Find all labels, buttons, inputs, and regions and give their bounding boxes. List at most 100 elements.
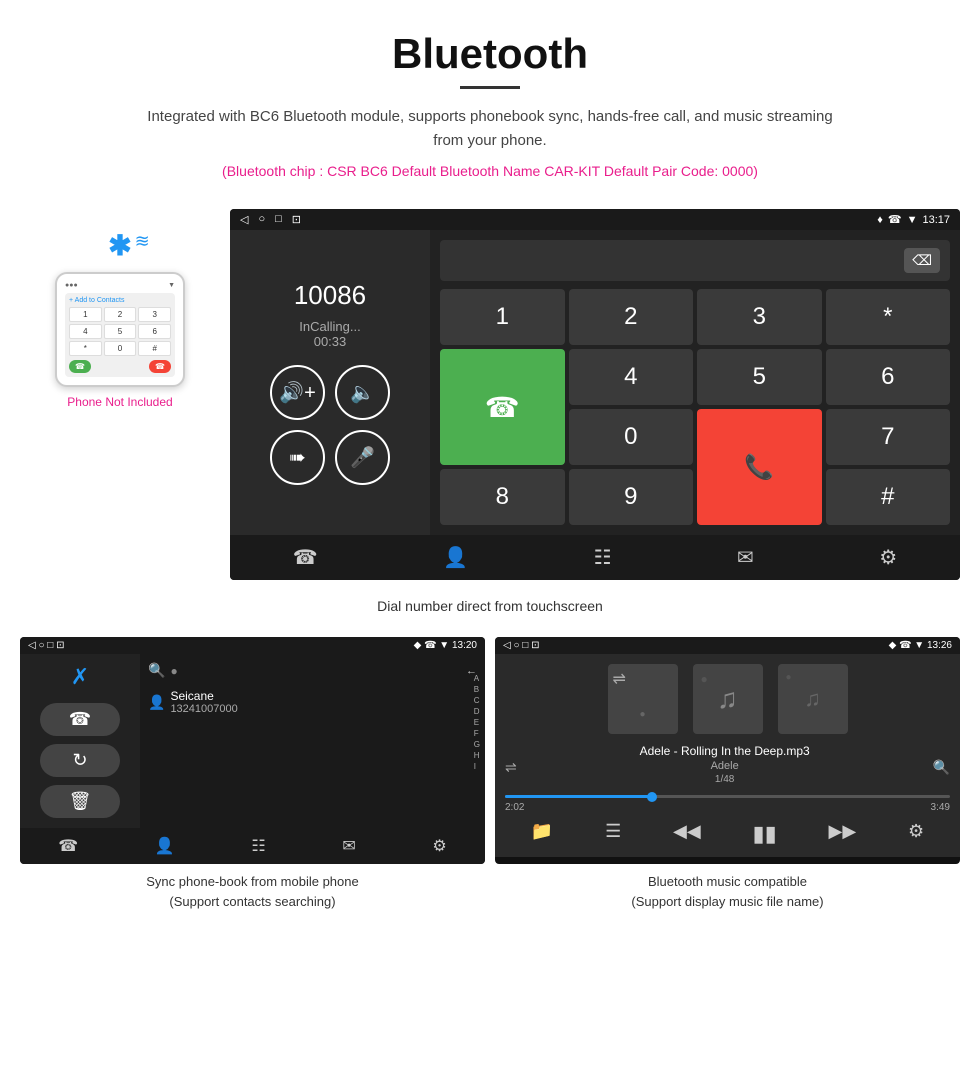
nav-home-icon: ○ [258,213,265,226]
phone-key-1: 1 [69,307,102,322]
kp-end-red[interactable]: 📞 [697,409,822,525]
music-prev-icon[interactable]: ◀◀ [673,821,701,847]
music-content: ⇌ ● ♫ ● ♫ ● ⇌ Adele - Rolling In t [495,654,960,857]
music-time-row: 2:02 3:49 [505,802,950,813]
pb-content: ✗ ☎ ↻ 🗑 🔍 ● ← 👤 Seicane 132 [20,654,485,828]
pb-alphabet-list: A B C D E F G H I [474,674,480,771]
pb-sidebar: ✗ ☎ ↻ 🗑 [20,654,140,828]
music-time-current: 2:02 [505,802,524,813]
music-eq-icon[interactable]: ⚙ [908,821,924,847]
music-caption-line2: (Support display music file name) [631,894,823,909]
music-album-left: ⇌ ● [608,664,678,734]
pb-toolbar-messages[interactable]: ✉ [342,836,355,856]
music-progress-dot [647,792,657,802]
toolbar-keypad-icon[interactable]: ☷ [594,545,612,570]
pb-toolbar-settings[interactable]: ⚙ [432,836,446,856]
pb-call-btn[interactable]: ☎ [40,703,120,736]
pb-contact-name: Seicane [170,689,237,703]
music-song-title: Adele - Rolling In the Deep.mp3 [640,744,810,758]
music-status-bar: ◁ ○ □ ⊡ ◆ ☎ ▼ 13:26 [495,637,960,654]
bt-waves-icon: ≋ [135,231,150,252]
pb-bluetooth-icon: ✗ [71,664,89,690]
music-album-right: ♫ ● [778,664,848,734]
kp-star[interactable]: * [826,289,951,345]
pb-main-area: 🔍 ● ← 👤 Seicane 13241007000 A B [140,654,485,828]
music-list-icon[interactable]: ☰ [605,821,621,847]
music-folder-icon[interactable]: 📁 [531,821,553,847]
toolbar-settings-icon[interactable]: ⚙ [879,545,897,570]
location-icon: ♦ [877,214,883,226]
music-dot-center-icon: ● [701,672,708,686]
transfer-button[interactable]: ➠ [270,430,325,485]
phone-container: ✱ ≋ ●●● ▼ + Add to Contacts 1 2 3 4 5 6 … [20,209,220,409]
music-search-btn[interactable]: 🔍 [933,759,950,776]
pb-delete-btn[interactable]: 🗑 [40,785,120,818]
pb-caption-line1: Sync phone-book from mobile phone [146,874,358,889]
music-status-right: ◆ ☎ ▼ 13:26 [889,640,952,651]
kp-7[interactable]: 7 [826,409,951,465]
pb-contact-details: Seicane 13241007000 [170,689,237,715]
main-caption: Dial number direct from touchscreen [0,590,980,622]
pb-alpha-i: I [474,762,480,771]
kp-hash[interactable]: # [826,469,951,525]
phone-mock: ●●● ▼ + Add to Contacts 1 2 3 4 5 6 * 0 … [55,272,185,387]
phone-signal-icon: ☎ [888,213,902,226]
phone-key-hash: # [138,341,171,356]
pb-status-bar: ◁ ○ □ ⊡ ◆ ☎ ▼ 13:20 [20,637,485,654]
kp-call-green[interactable]: ☎ [440,349,565,465]
kp-9[interactable]: 9 [569,469,694,525]
kp-0[interactable]: 0 [569,409,694,465]
pb-refresh-btn[interactable]: ↻ [40,744,120,777]
dial-input-row: ⌫ [440,240,950,281]
toolbar-contacts-icon[interactable]: 👤 [443,545,468,570]
phone-end-button: ☎ [149,360,171,373]
kp-5[interactable]: 5 [697,349,822,405]
phone-key-2: 2 [104,307,137,322]
pb-alpha-c: C [474,696,480,705]
pb-toolbar-contacts[interactable]: 👤 [155,836,175,856]
music-next-icon[interactable]: ▶▶ [828,821,856,847]
backspace-button[interactable]: ⌫ [904,248,940,273]
nav-recent-icon: □ [275,213,282,226]
mute-button[interactable]: 🎤 [335,430,390,485]
kp-2[interactable]: 2 [569,289,694,345]
music-screen: ◁ ○ □ ⊡ ◆ ☎ ▼ 13:26 ⇌ ● ♫ ● ♫ ● [495,637,960,864]
pb-toolbar-keypad[interactable]: ☷ [251,836,265,856]
music-caption-line1: Bluetooth music compatible [648,874,807,889]
title-underline [460,86,520,89]
android-status-bar: ◁ ○ □ ⊡ ♦ ☎ ▼ 13:17 [230,209,960,230]
music-dot-right-icon: ● [786,672,792,683]
phone-key-0: 0 [104,341,137,356]
pb-alpha-a: A [474,674,480,683]
volume-down-button[interactable]: 🔈 [335,365,390,420]
call-status-label: InCalling... [299,319,360,334]
dial-container: 10086 InCalling... 00:33 🔊+ 🔈 ➠ 🎤 ⌫ 1 [230,230,960,535]
toolbar-messages-icon[interactable]: ✉ [737,545,754,570]
pb-contact-number: 13241007000 [170,703,237,715]
phone-signal: ▼ [168,282,175,289]
pb-alpha-f: F [474,729,480,738]
phonebook-screen: ◁ ○ □ ⊡ ◆ ☎ ▼ 13:20 ✗ ☎ ↻ 🗑 🔍 ● ← [20,637,485,864]
main-android-screen: ◁ ○ □ ⊡ ♦ ☎ ▼ 13:17 10086 InCalling... 0… [230,209,960,580]
main-keypad-grid: 1 2 3 * ☎ 4 5 6 0 📞 7 8 9 # [440,289,950,525]
music-shuffle-btn[interactable]: ⇌ [505,759,517,776]
volume-up-button[interactable]: 🔊+ [270,365,325,420]
phone-key-6: 6 [138,324,171,339]
kp-4[interactable]: 4 [569,349,694,405]
kp-8[interactable]: 8 [440,469,565,525]
music-play-icon[interactable]: ▮▮ [752,821,776,847]
phone-screen: + Add to Contacts 1 2 3 4 5 6 * 0 # ☎ ☎ [65,293,175,377]
toolbar-calls-icon[interactable]: ☎ [293,545,318,570]
music-album-art-area: ⇌ ● ♫ ● ♫ ● [608,664,848,734]
music-controls-row: 📁 ☰ ◀◀ ▮▮ ▶▶ ⚙ [505,821,950,847]
pb-alpha-d: D [474,707,480,716]
kp-6[interactable]: 6 [826,349,951,405]
phone-key-3: 3 [138,307,171,322]
bluetooth-icon-area: ✱ ≋ [108,229,131,262]
kp-3[interactable]: 3 [697,289,822,345]
pb-toolbar-calls[interactable]: ☎ [58,836,78,856]
nav-menu-icon: ⊡ [292,213,301,226]
music-title-row: ⇌ Adele - Rolling In the Deep.mp3 Adele … [505,744,950,791]
kp-1[interactable]: 1 [440,289,565,345]
pb-alpha-g: G [474,740,480,749]
